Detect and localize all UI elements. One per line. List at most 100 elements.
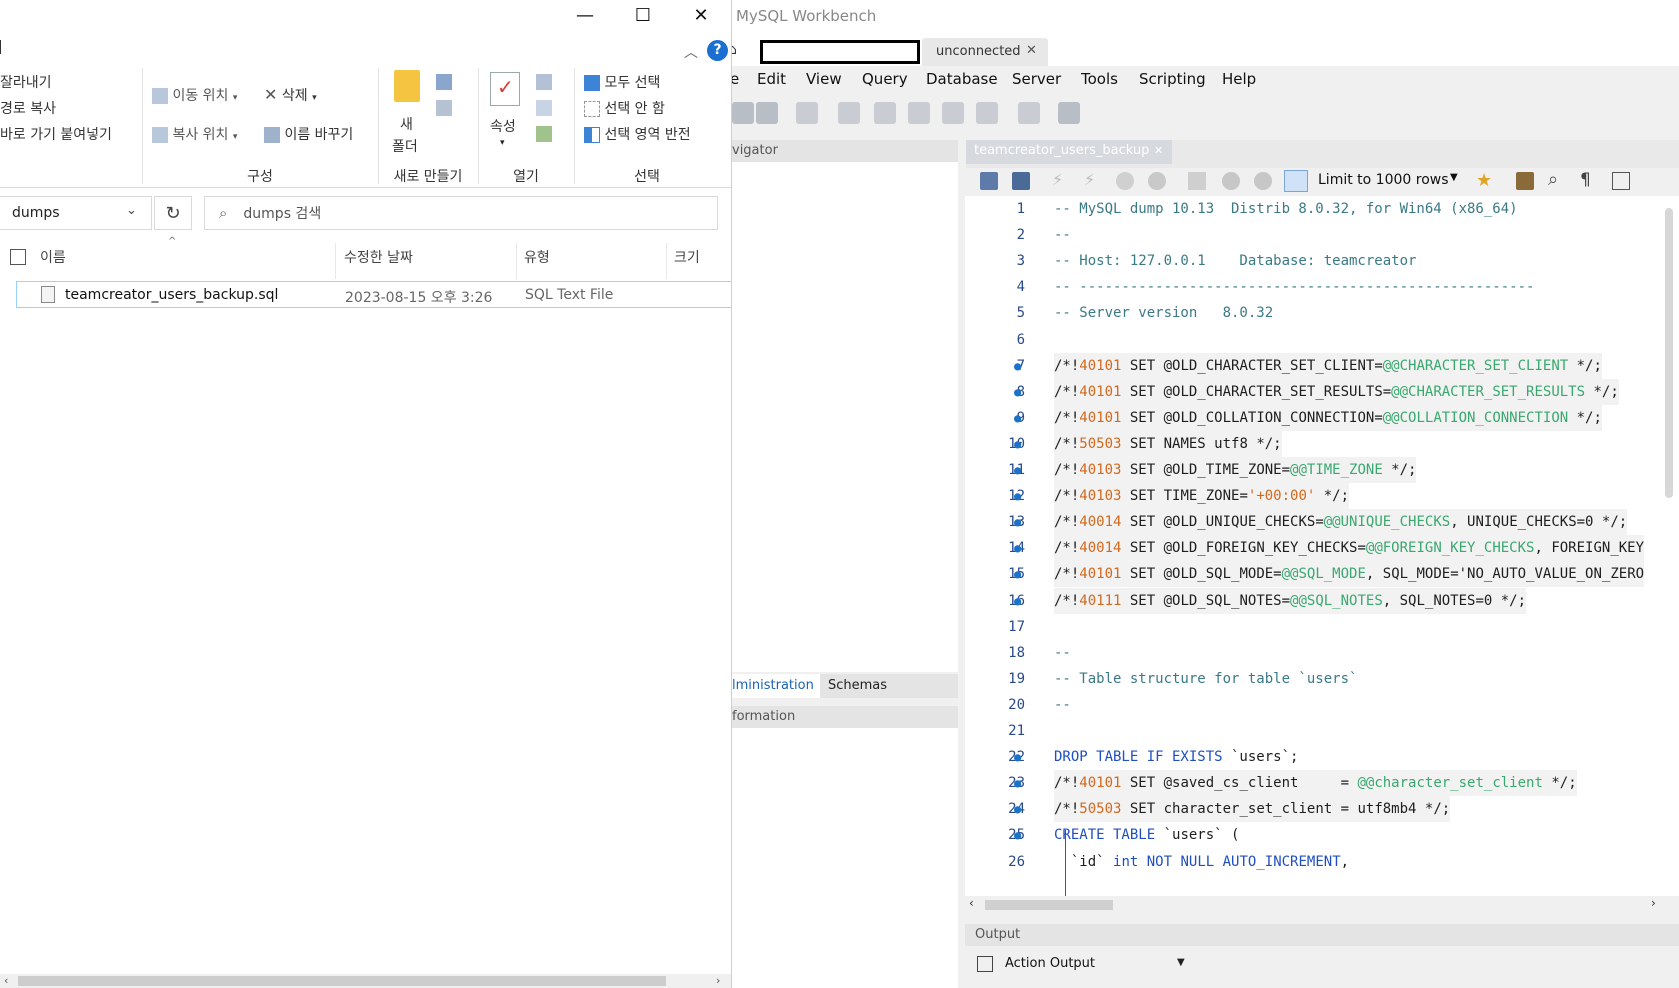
close-tab-icon[interactable]: ✕ xyxy=(1154,144,1163,157)
move-to-button[interactable]: 이동 위치 ▾ xyxy=(152,85,237,105)
menu-server[interactable]: Server xyxy=(1012,70,1061,88)
tab-unconnected[interactable]: unconnected ✕ xyxy=(922,38,1048,66)
menu-database[interactable]: Database xyxy=(926,70,998,88)
help-icon[interactable]: ? xyxy=(707,40,728,61)
select-none-button[interactable]: 선택 안 함 xyxy=(584,98,665,118)
copy-to-button[interactable]: 복사 위치 ▾ xyxy=(152,124,237,144)
minimize-button[interactable]: — xyxy=(556,0,614,30)
code-line[interactable]: 16 ●/*!40111 SET @OLD_SQL_NOTES=@@SQL_NOT… xyxy=(965,587,1679,614)
chevron-down-icon[interactable]: ⌄ xyxy=(126,203,137,218)
chevron-down-icon[interactable]: ▼ xyxy=(1450,172,1458,183)
column-header-type[interactable]: 유형 xyxy=(524,243,550,271)
code-line[interactable]: 12 ●/*!40103 SET TIME_ZONE='+00:00' */; xyxy=(965,483,1679,510)
code-line[interactable]: 13 ●/*!40014 SET @OLD_UNIQUE_CHECKS=@@UNI… xyxy=(965,509,1679,536)
select-all-checkbox[interactable] xyxy=(10,249,26,265)
open-icon[interactable] xyxy=(536,74,552,90)
horizontal-scrollbar[interactable]: ‹ › xyxy=(0,974,731,988)
scrollbar-thumb[interactable] xyxy=(18,976,666,986)
copy-output-icon[interactable] xyxy=(977,956,993,972)
code-line[interactable]: 4 -- ------------------------------------… xyxy=(965,274,1679,300)
auto-commit-icon[interactable] xyxy=(1284,170,1308,192)
column-divider[interactable] xyxy=(516,243,517,279)
menu-edit[interactable]: Edit xyxy=(757,70,786,88)
code-line[interactable]: 10 ●/*!50503 SET NAMES utf8 */; xyxy=(965,430,1679,457)
rename-button[interactable]: 이름 바꾸기 xyxy=(264,124,353,144)
menu-view[interactable]: View xyxy=(806,70,842,88)
tab-schemas[interactable]: Schemas xyxy=(828,678,887,693)
menu-help[interactable]: Help xyxy=(1222,70,1256,88)
invisible-chars-icon[interactable]: ¶ xyxy=(1580,170,1591,190)
code-line[interactable]: 18 -- xyxy=(965,640,1679,666)
word-wrap-icon[interactable] xyxy=(1612,172,1630,190)
stop-icon[interactable] xyxy=(1148,172,1166,190)
scroll-left-icon[interactable]: ‹ xyxy=(969,896,974,910)
create-schema-icon[interactable] xyxy=(838,102,860,124)
action-output-select[interactable]: Action Output ▼ xyxy=(1001,952,1201,976)
scrollbar-thumb[interactable] xyxy=(985,900,1113,910)
menu-scripting[interactable]: Scripting xyxy=(1139,70,1206,88)
delete-button[interactable]: ✕ 삭제 ▾ xyxy=(264,85,317,105)
ribbon-collapse-icon[interactable]: ︿ xyxy=(684,42,698,62)
column-divider[interactable] xyxy=(666,243,667,279)
save-icon[interactable] xyxy=(1012,172,1030,190)
create-table-icon[interactable] xyxy=(874,102,896,124)
limit-rows-select[interactable]: Limit to 1000 rows xyxy=(1318,172,1449,188)
column-divider[interactable] xyxy=(335,243,336,279)
execute-icon[interactable]: ⚡ xyxy=(1052,170,1063,189)
menu-file[interactable]: e xyxy=(732,70,739,88)
new-item-icon[interactable] xyxy=(436,74,452,90)
vertical-scrollbar-thumb[interactable] xyxy=(1665,208,1673,498)
open-sql-script-icon[interactable] xyxy=(756,102,778,124)
scroll-right-icon[interactable]: › xyxy=(1651,896,1656,910)
code-line[interactable]: 9 ●/*!40101 SET @OLD_COLLATION_CONNECTION… xyxy=(965,404,1679,431)
code-line[interactable]: 2 -- xyxy=(965,222,1679,248)
search-input[interactable]: ⌕ dumps 검색 xyxy=(204,196,718,230)
tab-teamcreator-users-backup[interactable]: teamcreator_users_backup ✕ xyxy=(966,140,1172,164)
execute-current-icon[interactable]: ⚡ xyxy=(1084,170,1095,189)
close-tab-icon[interactable]: ✕ xyxy=(1026,43,1037,58)
inspector-icon[interactable] xyxy=(796,102,818,124)
explain-icon[interactable] xyxy=(1116,172,1134,190)
cut-button[interactable]: 잘라내기 xyxy=(0,72,52,92)
code-line[interactable]: 19 -- Table structure for table `users` xyxy=(965,666,1679,692)
rollback-icon[interactable] xyxy=(1254,172,1272,190)
file-row[interactable]: teamcreator_users_backup.sql 2023-08-15 … xyxy=(16,281,731,308)
copy-path-button[interactable]: 경로 복사 xyxy=(0,98,56,118)
new-folder-icon[interactable] xyxy=(394,70,420,102)
address-bar[interactable]: dumps ⌄ xyxy=(0,196,152,230)
invert-selection-button[interactable]: 선택 영역 반전 xyxy=(584,124,691,144)
code-line[interactable]: 20 -- xyxy=(965,692,1679,718)
code-line[interactable]: 6 xyxy=(965,327,1679,353)
column-header-size[interactable]: 크기 xyxy=(674,243,700,271)
edit-icon[interactable] xyxy=(536,100,552,116)
sql-editor[interactable]: 1 -- MySQL dump 10.13 Distrib 8.0.32, for… xyxy=(965,196,1679,896)
code-line[interactable]: 15 ●/*!40101 SET @OLD_SQL_MODE=@@SQL_MODE… xyxy=(965,561,1679,588)
snippet-star-icon[interactable]: ★ xyxy=(1476,170,1492,191)
create-view-icon[interactable] xyxy=(908,102,930,124)
code-line[interactable]: 5 -- Server version 8.0.32 xyxy=(965,300,1679,326)
home-icon[interactable]: ⌂ xyxy=(732,42,737,58)
code-line[interactable]: 14 ●/*!40014 SET @OLD_FOREIGN_KEY_CHECKS=… xyxy=(965,535,1679,562)
reconnect-icon[interactable] xyxy=(1058,102,1080,124)
code-line[interactable]: 26 `id` int NOT NULL AUTO_INCREMENT, xyxy=(965,849,1679,875)
code-line[interactable]: 3 -- Host: 127.0.0.1 Database: teamcreato… xyxy=(965,248,1679,274)
code-line[interactable]: 21 xyxy=(965,718,1679,744)
code-line[interactable]: 23 ●/*!40101 SET @saved_cs_client = @@cha… xyxy=(965,770,1679,797)
code-line[interactable]: 17 xyxy=(965,614,1679,640)
menu-tools[interactable]: Tools xyxy=(1081,70,1118,88)
properties-icon[interactable]: ✓ xyxy=(490,72,520,106)
code-line[interactable]: 1 -- MySQL dump 10.13 Distrib 8.0.32, for… xyxy=(965,196,1679,222)
close-button[interactable]: ✕ xyxy=(672,0,730,30)
menu-query[interactable]: Query xyxy=(862,70,908,88)
select-all-button[interactable]: 모두 선택 xyxy=(584,72,660,92)
code-line[interactable]: 25 ● CREATE TABLE `users` ( xyxy=(965,822,1679,848)
search-table-data-icon[interactable] xyxy=(1018,102,1040,124)
commit-icon[interactable] xyxy=(1222,172,1240,190)
editor-horizontal-scrollbar[interactable]: ‹ › xyxy=(965,896,1679,914)
new-sql-tab-icon[interactable] xyxy=(732,102,754,124)
scroll-left-icon[interactable]: ‹ xyxy=(4,974,8,987)
redacted-tab[interactable] xyxy=(760,40,920,64)
column-header-name[interactable]: 이름 xyxy=(40,243,66,271)
history-icon[interactable] xyxy=(536,126,552,142)
tab-administration[interactable]: lministration xyxy=(732,674,820,698)
